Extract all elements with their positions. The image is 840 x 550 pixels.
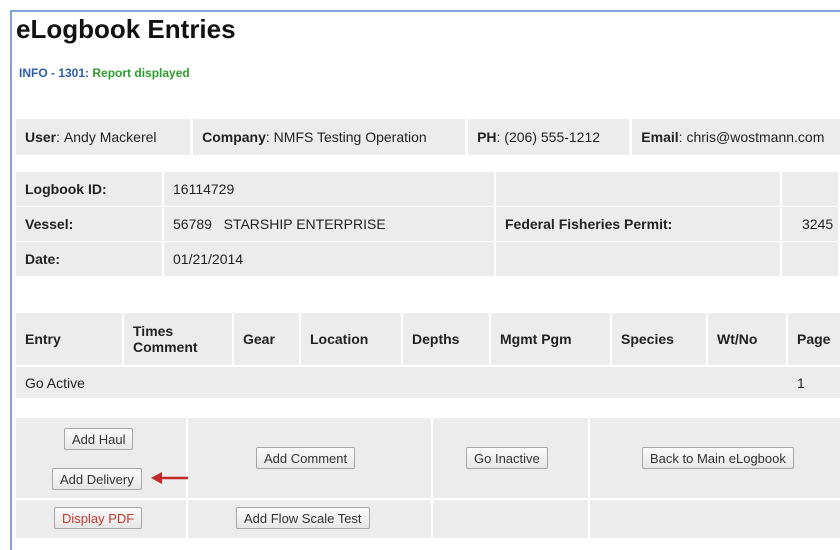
info-code: INFO - 1301:	[19, 66, 90, 80]
col-page: Page	[788, 313, 840, 365]
user-cell: User: Andy Mackerel	[16, 119, 191, 155]
red-arrow-icon	[151, 472, 188, 484]
logbook-id-row: Logbook ID: 16114729	[16, 172, 840, 207]
col-location: Location	[301, 313, 403, 365]
logbook-info-table: Logbook ID: 16114729 Vessel: 56789 STARS…	[16, 172, 840, 277]
permit-value: 3245	[782, 207, 840, 242]
col-depths: Depths	[403, 313, 491, 365]
user-info-bar: User: Andy Mackerel Company: NMFS Testin…	[16, 119, 840, 155]
user-value: Andy Mackerel	[63, 129, 157, 145]
email-label: Email	[641, 129, 679, 145]
phone-cell: PH: (206) 555-1212	[468, 119, 630, 155]
row-entry: Go Active	[16, 365, 124, 398]
email-value: chris@wostmann.com	[686, 129, 825, 145]
date-row: Date: 01/21/2014	[16, 242, 840, 277]
user-label: User	[25, 129, 57, 145]
phone-value: (206) 555-1212	[504, 129, 601, 145]
company-label: Company	[202, 129, 266, 145]
company-value: NMFS Testing Operation	[273, 129, 427, 145]
vessel-number: 56789	[173, 216, 212, 232]
add-comment-button[interactable]: Add Comment	[256, 447, 356, 469]
add-haul-button[interactable]: Add Haul	[64, 428, 134, 450]
vessel-row: Vessel: 56789 STARSHIP ENTERPRISE Federa…	[16, 207, 840, 242]
entries-table: Entry Times Comment Gear Location Depths…	[16, 313, 840, 398]
email-cell: Email: chris@wostmann.com	[632, 119, 840, 155]
add-flow-scale-test-button[interactable]: Add Flow Scale Test	[236, 507, 370, 529]
back-to-main-button[interactable]: Back to Main eLogbook	[642, 447, 794, 469]
permit-label: Federal Fisheries Permit:	[496, 207, 782, 242]
vessel-value: 56789 STARSHIP ENTERPRISE	[164, 207, 496, 242]
col-times-comment: Times Comment	[124, 313, 234, 365]
vessel-name: STARSHIP ENTERPRISE	[223, 216, 386, 232]
display-pdf-button[interactable]: Display PDF	[54, 507, 143, 529]
date-label: Date:	[16, 242, 164, 277]
info-text: Report displayed	[92, 66, 190, 80]
go-inactive-button[interactable]: Go Inactive	[466, 447, 548, 469]
company-cell: Company: NMFS Testing Operation	[193, 119, 466, 155]
table-row: Go Active 1	[16, 365, 840, 398]
logbook-id-label: Logbook ID:	[16, 172, 164, 207]
phone-label: PH	[477, 129, 497, 145]
col-mgmt-pgm: Mgmt Pgm	[491, 313, 612, 365]
entries-header-row: Entry Times Comment Gear Location Depths…	[16, 313, 840, 365]
col-species: Species	[612, 313, 708, 365]
actions-panel: Add Haul Add Delivery Display PDF Add Co…	[16, 418, 840, 538]
col-wt-no: Wt/No	[708, 313, 788, 365]
vessel-label: Vessel:	[16, 207, 164, 242]
logbook-id-value: 16114729	[164, 172, 496, 207]
col-entry: Entry	[16, 313, 124, 365]
date-value: 01/21/2014	[164, 242, 496, 277]
row-page: 1	[788, 365, 840, 398]
col-gear: Gear	[234, 313, 301, 365]
col-times-line1: Times	[133, 323, 174, 339]
add-delivery-button[interactable]: Add Delivery	[52, 468, 142, 490]
info-message: INFO - 1301: Report displayed	[19, 66, 190, 80]
col-times-line2: Comment	[133, 339, 198, 355]
page-title: eLogbook Entries	[16, 14, 236, 44]
